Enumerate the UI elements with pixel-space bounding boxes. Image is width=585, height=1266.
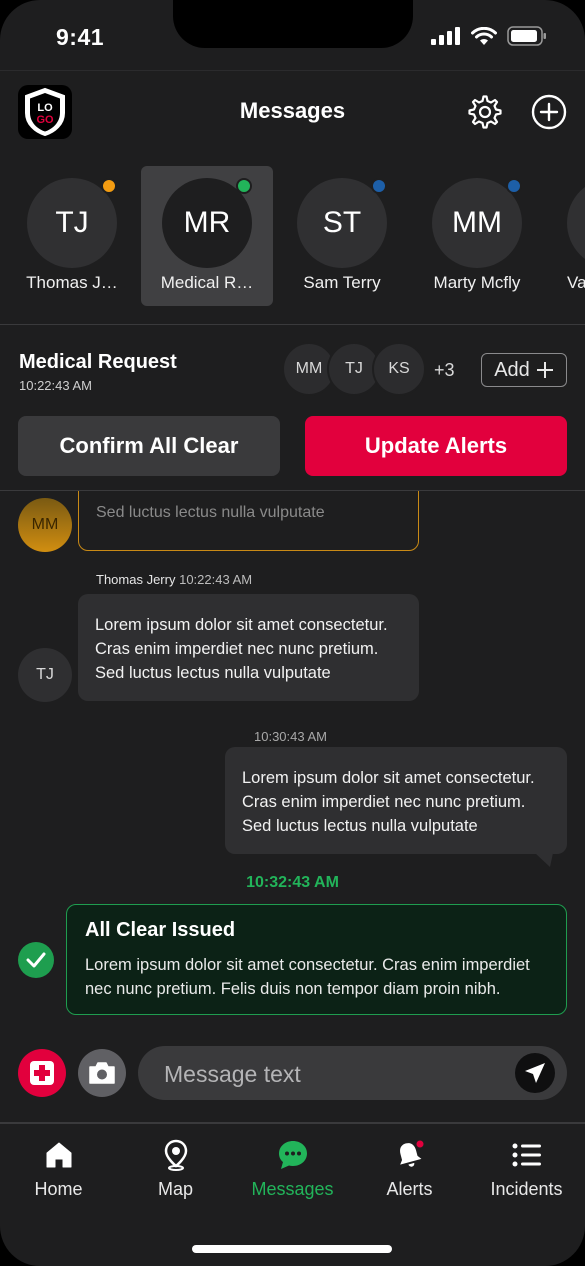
home-icon: [46, 1142, 71, 1168]
phone-screen: 9:41 LO GO Messages TJ Thomas J… MR Medi…: [0, 0, 585, 1266]
message-input-container[interactable]: [138, 1046, 567, 1102]
incoming-message-bubble: Lorem ipsum dolor sit amet consectetur. …: [78, 594, 419, 701]
sender-name: Thomas Jerry: [96, 572, 176, 587]
contact-name: Sam Terry: [303, 273, 381, 292]
tab-label: Messages: [251, 1179, 334, 1199]
new-conversation-button[interactable]: [531, 94, 567, 130]
more-participants-count[interactable]: +3: [434, 360, 455, 381]
plus-icon: [536, 362, 553, 378]
message-time: 10:30:43 AM: [254, 729, 327, 744]
message-line: Lorem ipsum dolor sit amet consectetur.: [242, 769, 535, 787]
tab-messages[interactable]: Messages: [234, 1138, 351, 1208]
status-dot: [506, 178, 522, 194]
confirm-all-clear-button[interactable]: Confirm All Clear: [18, 416, 280, 476]
tabbar-divider: [0, 1122, 585, 1124]
wifi-icon: [471, 26, 497, 45]
all-clear-title: All Clear Issued: [85, 919, 236, 941]
chat-icon: [278, 1141, 307, 1169]
message-line: Sed luctus lectus nulla vulputate: [95, 664, 331, 682]
tab-label: Map: [157, 1179, 193, 1199]
contact-name: Thomas J…: [26, 273, 118, 292]
contact-medical-request[interactable]: MR Medical R…: [141, 166, 273, 306]
message-time: 10:22:43 AM: [179, 572, 253, 587]
tab-label: Incidents: [490, 1179, 563, 1199]
tab-label: Home: [34, 1179, 83, 1199]
all-clear-card: All Clear Issued Lorem ipsum dolor sit a…: [66, 904, 567, 1015]
gear-icon: [468, 95, 502, 129]
message-line: Sed luctus lectus nulla vulputate: [242, 817, 478, 835]
message-line: Cras enim imperdiet nec nunc pretium.: [242, 793, 526, 811]
message-meta: Thomas Jerry 10:22:43 AM: [96, 572, 252, 587]
medical-alert-button[interactable]: [18, 1049, 66, 1097]
conversation-title: Medical Request: [19, 351, 177, 373]
bubble-tail: [535, 853, 553, 867]
home-indicator[interactable]: [192, 1245, 392, 1253]
system-time: 10:32:43 AM: [246, 874, 339, 891]
send-button[interactable]: [515, 1053, 555, 1093]
settings-button[interactable]: [467, 94, 503, 130]
battery-icon: [507, 26, 546, 46]
avatar: MM: [18, 498, 72, 552]
status-icons: [431, 26, 547, 46]
status-dot: [371, 178, 387, 194]
check-circle-icon: [18, 942, 54, 978]
contacts-carousel[interactable]: TJ Thomas J… MR Medical R… ST Sam Terry …: [0, 166, 585, 306]
contact-partial[interactable]: Va: [546, 166, 585, 306]
tab-incidents[interactable]: Incidents: [468, 1138, 585, 1208]
tab-alerts[interactable]: Alerts: [351, 1138, 468, 1208]
contact-thomas-jerry[interactable]: TJ Thomas J…: [6, 166, 138, 306]
send-icon: [525, 1063, 545, 1083]
message-bubble-warning: Sed luctus lectus nulla vulputate: [78, 491, 419, 551]
avatar: [567, 178, 585, 268]
tab-home[interactable]: Home: [0, 1138, 117, 1208]
participant-avatar[interactable]: KS: [372, 342, 426, 396]
conversation-time: 10:22:43 AM: [19, 378, 92, 393]
all-clear-body: Lorem ipsum dolor sit amet consectetur. …: [85, 956, 530, 998]
notch: [173, 0, 413, 48]
message-line: Lorem ipsum dolor sit amet consectetur.: [95, 616, 388, 634]
add-participant-button[interactable]: Add: [481, 353, 567, 387]
message-text: Sed luctus lectus nulla vulputate: [96, 504, 325, 521]
plus-circle-icon: [531, 94, 567, 130]
camera-icon: [89, 1062, 115, 1084]
camera-button[interactable]: [78, 1049, 126, 1097]
divider: [0, 324, 585, 325]
add-label: Add: [494, 358, 530, 381]
message-input[interactable]: [162, 1046, 506, 1102]
avatar: TJ: [18, 648, 72, 702]
message-list[interactable]: Sed luctus lectus nulla vulputate MM Tho…: [0, 491, 585, 1031]
status-dot: [236, 178, 252, 194]
header-divider: [0, 70, 585, 71]
status-dot: [101, 178, 117, 194]
tab-map[interactable]: Map: [117, 1138, 234, 1208]
bell-icon: [399, 1140, 423, 1167]
contact-name: Marty Mcfly: [433, 273, 521, 292]
contact-name: Va: [567, 273, 585, 292]
status-time: 9:41: [56, 24, 105, 50]
medical-cross-icon: [30, 1061, 54, 1085]
contact-sam-terry[interactable]: ST Sam Terry: [276, 166, 408, 306]
message-line: Cras enim imperdiet nec nunc pretium.: [95, 640, 379, 658]
contact-name: Medical R…: [160, 273, 254, 292]
list-icon: [512, 1143, 541, 1167]
tab-label: Alerts: [386, 1179, 433, 1199]
contact-marty-mcfly[interactable]: MM Marty Mcfly: [411, 166, 543, 306]
map-pin-icon: [164, 1139, 187, 1171]
signal-icon: [431, 27, 460, 45]
outgoing-message-bubble: Lorem ipsum dolor sit amet consectetur. …: [225, 747, 567, 854]
update-alerts-button[interactable]: Update Alerts: [305, 416, 567, 476]
